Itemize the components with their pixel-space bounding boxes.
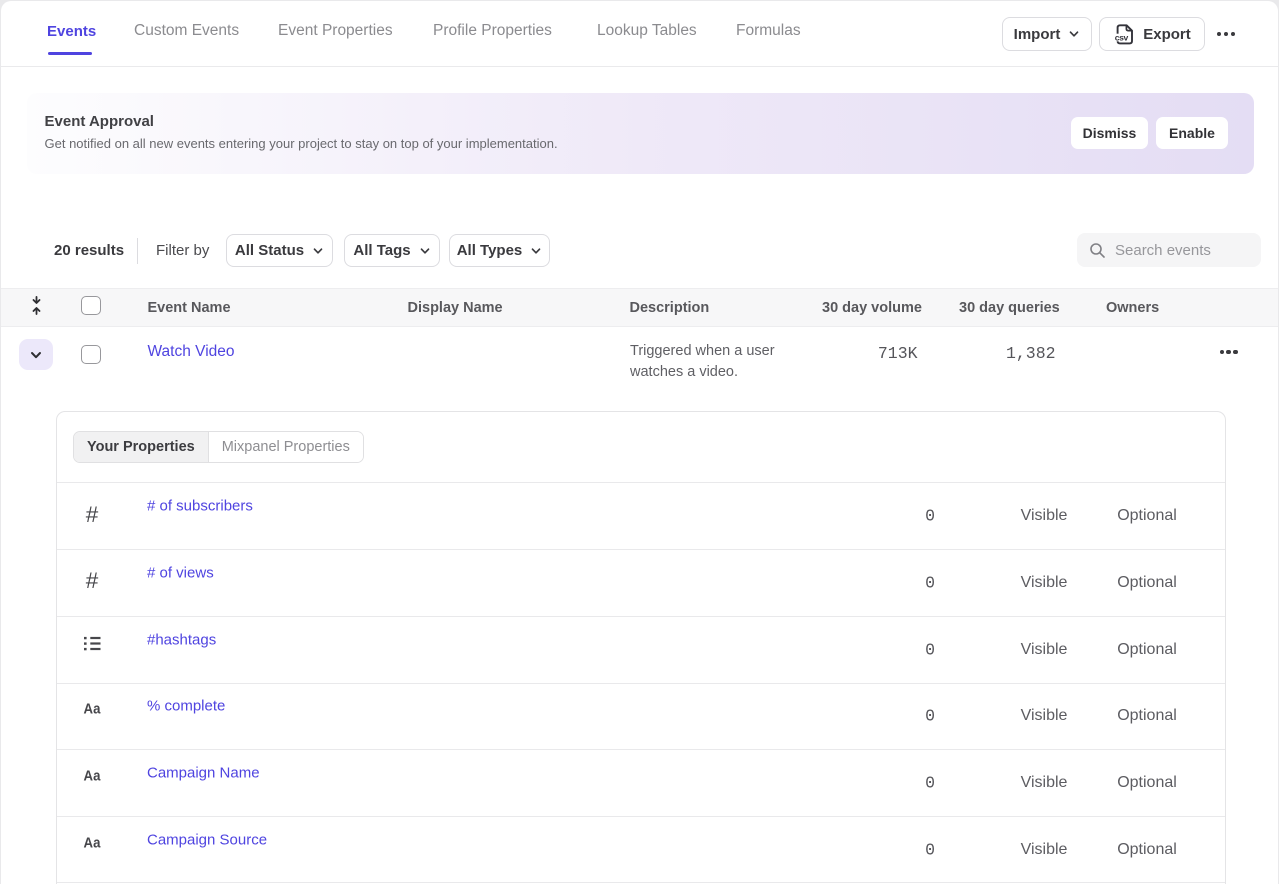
svg-text:csv: csv [1115, 32, 1129, 42]
